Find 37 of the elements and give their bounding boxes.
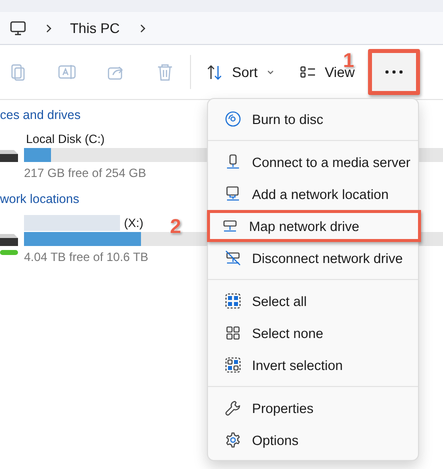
view-icon — [300, 66, 316, 78]
network-computer-icon — [225, 186, 241, 202]
free-space-text: 4.04 TB free of 10.6 TB — [24, 250, 148, 264]
settings-icon — [225, 432, 241, 448]
breadcrumb[interactable]: This PC — [70, 20, 120, 36]
chevron-icon[interactable] — [140, 24, 146, 32]
disconnect-drive-icon — [225, 250, 241, 266]
chevron-icon[interactable] — [46, 24, 52, 32]
disc-icon — [225, 111, 241, 127]
network-drive-icon — [222, 218, 238, 234]
select-all-icon — [225, 293, 241, 309]
more-options-button[interactable] — [368, 49, 420, 95]
menu-item[interactable]: Map network drive — [207, 210, 421, 242]
step-number: 2 — [170, 217, 182, 237]
free-space-text: 217 GB free of 254 GB — [24, 166, 146, 180]
media-server-icon — [225, 154, 241, 170]
invert-selection-icon — [225, 357, 241, 373]
wrench-icon — [225, 400, 241, 416]
menu-item[interactable]: Disconnect network drive — [212, 242, 414, 274]
ellipsis-icon — [385, 70, 403, 74]
sort-icon — [207, 64, 223, 80]
menu-item[interactable]: Select all — [212, 285, 414, 317]
menu-item[interactable]: Add a network location — [212, 178, 414, 210]
monitor-icon[interactable] — [10, 20, 26, 36]
select-none-icon — [225, 325, 241, 341]
menu-item[interactable]: Invert selection — [212, 349, 414, 381]
drive-icon — [0, 150, 18, 162]
sort-button[interactable]: Sort — [201, 60, 280, 84]
menu-item[interactable]: Burn to disc — [212, 103, 414, 135]
drive-name: (X:) — [123, 216, 144, 230]
menu-item[interactable]: Options — [212, 424, 414, 456]
menu-item[interactable]: Properties — [212, 392, 414, 424]
network-drive-icon — [0, 234, 18, 256]
menu-item[interactable]: Connect to a media server — [212, 146, 414, 178]
caret-icon — [266, 70, 274, 74]
drive-name: Local Disk (C:) — [25, 132, 105, 146]
menu-item[interactable]: Select none — [212, 317, 414, 349]
